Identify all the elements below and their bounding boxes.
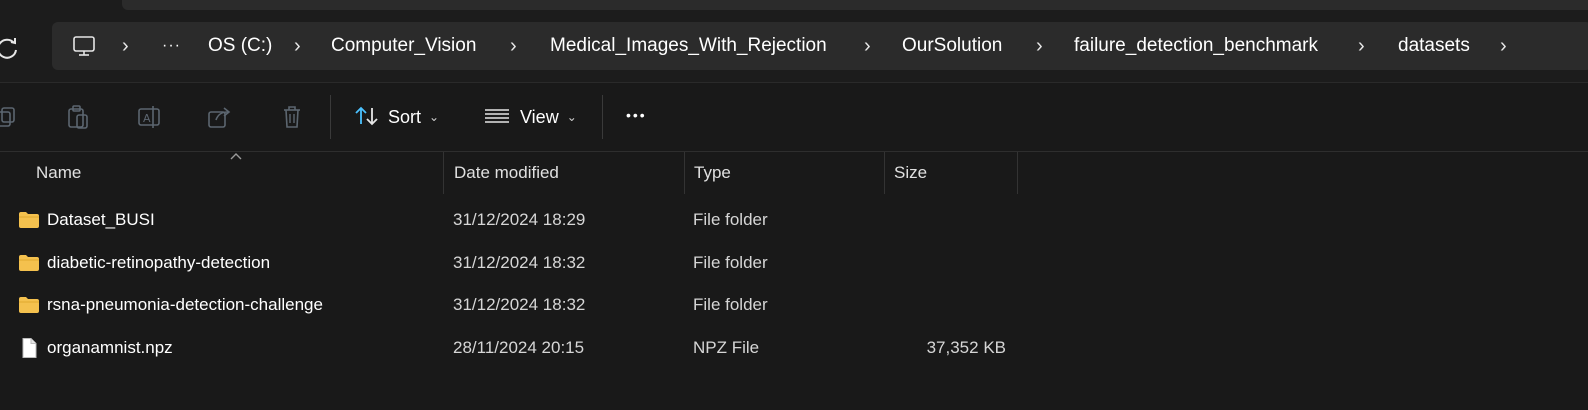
share-icon[interactable]	[206, 103, 234, 131]
column-divider[interactable]	[1017, 152, 1018, 194]
title-strip	[0, 0, 1588, 12]
command-bar: A Sort ⌄ View ⌄ •••	[0, 83, 1588, 152]
column-type[interactable]: Type	[694, 152, 731, 194]
sort-icon	[355, 106, 378, 126]
sort-label: Sort	[388, 107, 422, 127]
file-type: File folder	[693, 295, 768, 314]
chevron-right-icon[interactable]: ›	[294, 22, 301, 70]
this-pc-icon[interactable]	[72, 34, 96, 58]
breadcrumb-drive[interactable]: OS (C:)	[208, 22, 272, 70]
file-row[interactable]: organamnist.npz 28/11/2024 20:15 NPZ Fil…	[0, 327, 1588, 369]
paste-icon[interactable]	[64, 103, 92, 131]
column-name[interactable]: Name	[36, 152, 81, 194]
file-type: File folder	[693, 210, 768, 229]
file-icon	[18, 337, 40, 359]
file-row[interactable]: rsna-pneumonia-detection-challenge 31/12…	[0, 284, 1588, 326]
view-button[interactable]: View ⌄	[484, 97, 577, 137]
file-name: organamnist.npz	[47, 338, 173, 357]
breadcrumb-overflow[interactable]: ···	[162, 22, 181, 70]
file-row[interactable]: Dataset_BUSI 31/12/2024 18:29 File folde…	[0, 199, 1588, 241]
address-bar[interactable]: › ··· OS (C:) › Computer_Vision › Medica…	[52, 22, 1588, 70]
tab-bar	[122, 0, 1588, 10]
file-row[interactable]: diabetic-retinopathy-detection 31/12/202…	[0, 242, 1588, 284]
column-divider[interactable]	[684, 152, 685, 194]
file-size: 37,352 KB	[926, 338, 1006, 357]
chevron-down-icon: ⌄	[429, 110, 440, 124]
chevron-right-icon[interactable]: ›	[122, 22, 129, 70]
file-type: NPZ File	[693, 338, 760, 357]
column-divider[interactable]	[443, 152, 444, 194]
breadcrumb-computer-vision[interactable]: Computer_Vision	[331, 22, 476, 70]
file-size	[884, 242, 1006, 284]
chevron-down-icon: ⌄	[566, 110, 577, 124]
column-divider[interactable]	[884, 152, 885, 194]
address-row: › ··· OS (C:) › Computer_Vision › Medica…	[0, 12, 1588, 83]
file-name: rsna-pneumonia-detection-challenge	[47, 295, 323, 314]
folder-icon	[18, 252, 40, 274]
file-date: 31/12/2024 18:32	[453, 295, 586, 314]
sort-button[interactable]: Sort ⌄	[354, 97, 439, 137]
copy-icon[interactable]	[0, 103, 20, 131]
breadcrumb-failure-detection[interactable]: failure_detection_benchmark	[1074, 22, 1318, 70]
chevron-right-icon[interactable]: ›	[1500, 22, 1507, 70]
file-type: File folder	[693, 253, 768, 272]
breadcrumb-medical-images[interactable]: Medical_Images_With_Rejection	[550, 22, 827, 70]
svg-text:A: A	[143, 112, 151, 125]
rename-icon[interactable]: A	[136, 103, 164, 131]
file-date: 28/11/2024 20:15	[453, 338, 585, 357]
column-header: Name Date modified Type Size	[0, 152, 1588, 194]
chevron-right-icon[interactable]: ›	[864, 22, 871, 70]
column-size[interactable]: Size	[894, 152, 927, 194]
chevron-right-icon[interactable]: ›	[1036, 22, 1043, 70]
column-date-modified[interactable]: Date modified	[454, 152, 559, 194]
file-name: Dataset_BUSI	[47, 210, 155, 229]
file-size	[884, 199, 1006, 241]
breadcrumb-datasets[interactable]: datasets	[1398, 22, 1470, 70]
refresh-icon[interactable]	[0, 34, 22, 62]
toolbar-divider	[330, 95, 331, 139]
folder-icon	[18, 294, 40, 316]
chevron-right-icon[interactable]: ›	[510, 22, 517, 70]
file-size	[884, 284, 1006, 326]
toolbar-divider	[602, 95, 603, 139]
chevron-right-icon[interactable]: ›	[1358, 22, 1365, 70]
sort-ascending-icon	[229, 148, 243, 160]
view-label: View	[520, 107, 559, 127]
file-date: 31/12/2024 18:29	[453, 210, 586, 229]
file-name: diabetic-retinopathy-detection	[47, 253, 271, 272]
folder-icon	[18, 209, 40, 231]
breadcrumb-oursolution[interactable]: OurSolution	[902, 22, 1002, 70]
more-options-button[interactable]: •••	[626, 97, 647, 137]
file-date: 31/12/2024 18:32	[453, 253, 586, 272]
view-icon	[485, 109, 509, 123]
delete-icon[interactable]	[278, 103, 306, 131]
